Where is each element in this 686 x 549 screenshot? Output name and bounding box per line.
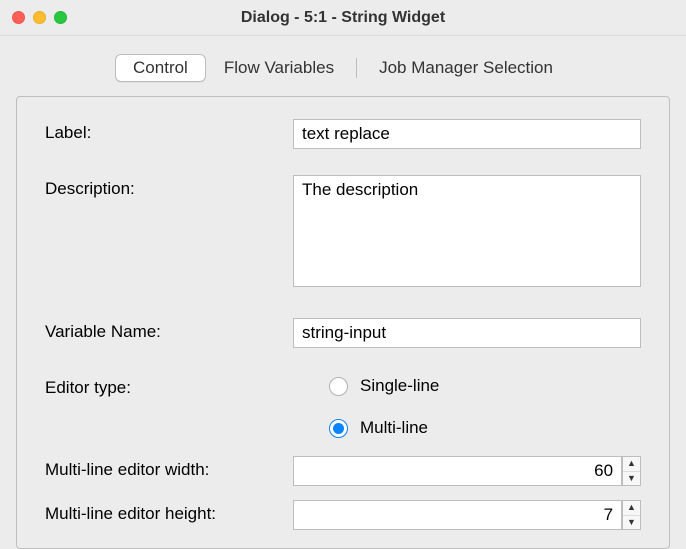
tab-separator: [356, 58, 357, 78]
window-title: Dialog - 5:1 - String Widget: [0, 9, 686, 27]
stepper-up-icon[interactable]: ▲: [623, 457, 640, 472]
tab-job-manager[interactable]: Job Manager Selection: [361, 54, 571, 82]
description-input[interactable]: [293, 175, 641, 287]
width-input[interactable]: [293, 456, 622, 486]
radio-single-line[interactable]: Single-line: [329, 376, 641, 396]
height-input[interactable]: [293, 500, 622, 530]
description-caption: Description:: [45, 175, 293, 199]
tab-flow-variables[interactable]: Flow Variables: [206, 54, 352, 82]
radio-label: Multi-line: [360, 418, 428, 438]
label-caption: Label:: [45, 119, 293, 143]
close-icon[interactable]: [12, 11, 25, 24]
titlebar: Dialog - 5:1 - String Widget: [0, 0, 686, 36]
zoom-icon[interactable]: [54, 11, 67, 24]
editor-type-group: Single-line Multi-line: [293, 374, 641, 438]
variable-name-caption: Variable Name:: [45, 318, 293, 342]
label-input[interactable]: [293, 119, 641, 149]
control-panel: Label: Description: Variable Name: Edito…: [16, 96, 670, 549]
minimize-icon[interactable]: [33, 11, 46, 24]
height-stepper: ▲ ▼: [622, 500, 641, 530]
radio-label: Single-line: [360, 376, 439, 396]
tabbar: Control Flow Variables Job Manager Selec…: [0, 36, 686, 96]
variable-name-input[interactable]: [293, 318, 641, 348]
stepper-up-icon[interactable]: ▲: [623, 501, 640, 516]
width-stepper: ▲ ▼: [622, 456, 641, 486]
width-spinner: ▲ ▼: [293, 456, 641, 486]
height-caption: Multi-line editor height:: [45, 500, 293, 524]
editor-type-caption: Editor type:: [45, 374, 293, 398]
window-controls: [12, 11, 67, 24]
height-spinner: ▲ ▼: [293, 500, 641, 530]
tab-control[interactable]: Control: [115, 54, 206, 82]
radio-multi-line[interactable]: Multi-line: [329, 418, 641, 438]
stepper-down-icon[interactable]: ▼: [623, 516, 640, 530]
radio-icon: [329, 419, 348, 438]
stepper-down-icon[interactable]: ▼: [623, 472, 640, 486]
radio-icon: [329, 377, 348, 396]
width-caption: Multi-line editor width:: [45, 456, 293, 480]
